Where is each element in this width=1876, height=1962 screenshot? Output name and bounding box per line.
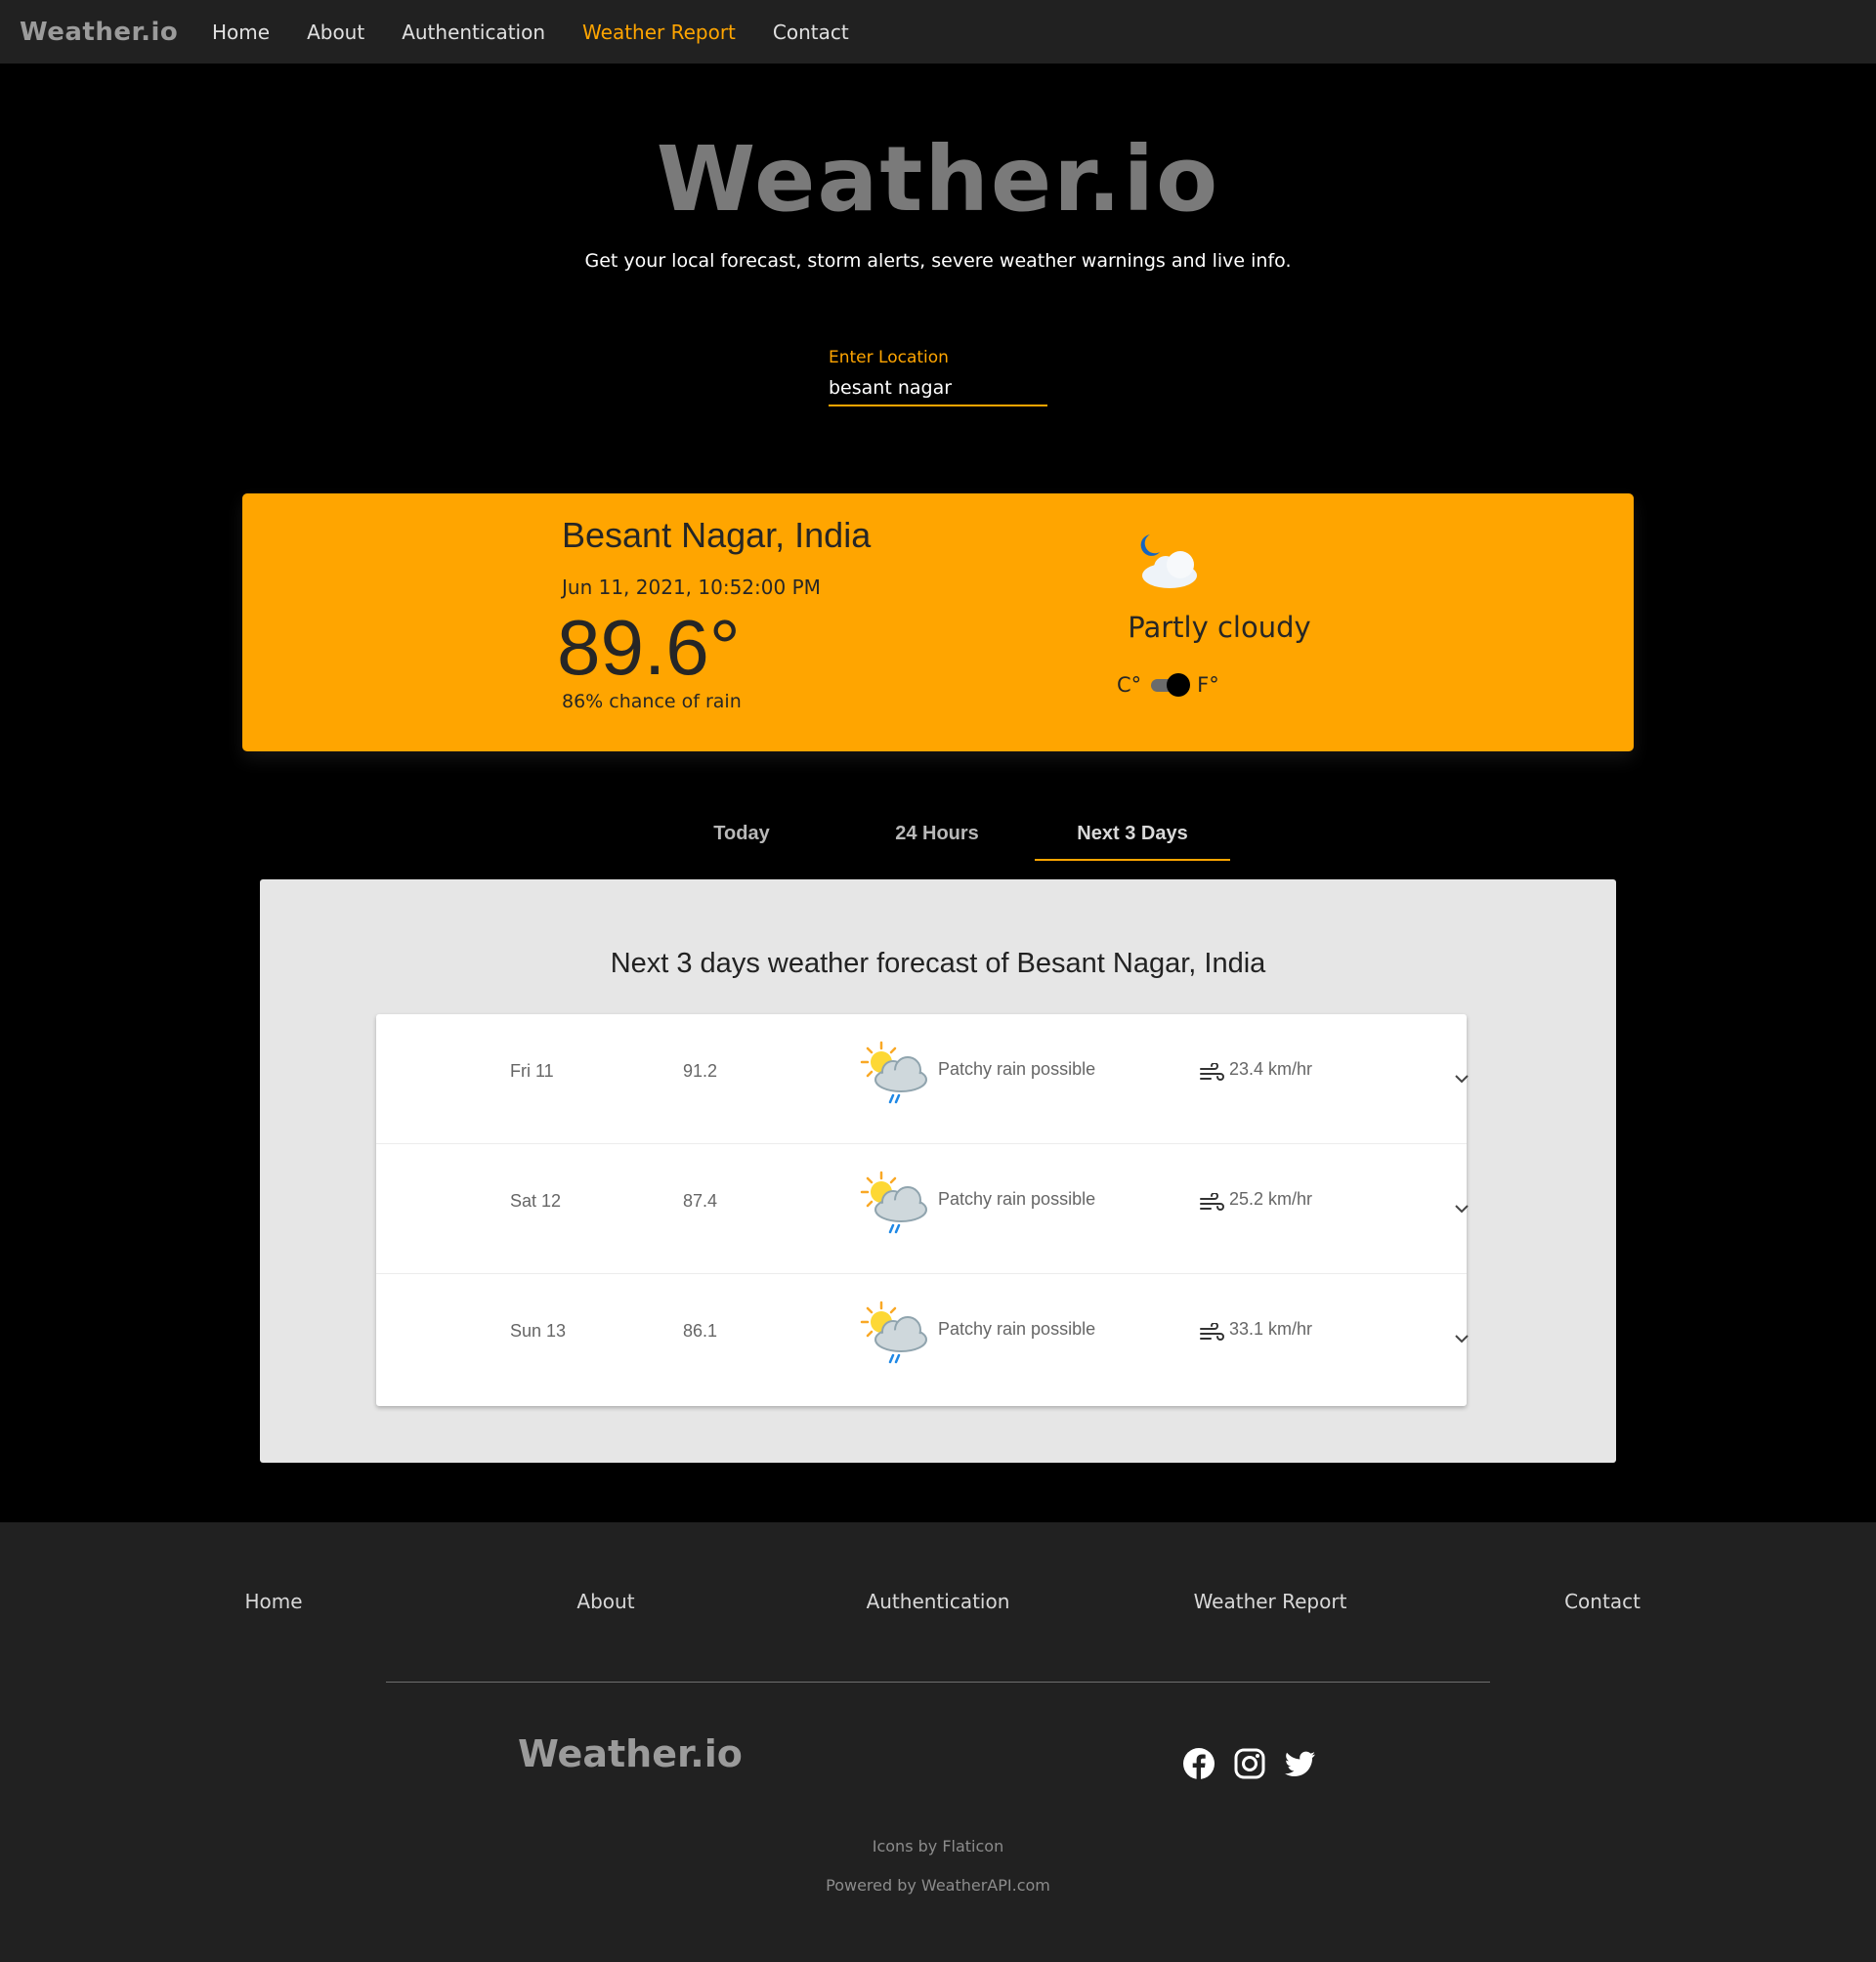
current-temperature: 89.6°	[557, 604, 741, 691]
chevron-down-icon[interactable]	[1454, 1203, 1470, 1215]
forecast-wind: 25.2 km/hr	[1229, 1189, 1313, 1209]
unit-fahrenheit-label: F°	[1197, 673, 1219, 697]
nav-link-weather-report[interactable]: Weather Report	[582, 21, 736, 44]
forecast-condition: Patchy rain possible	[938, 1189, 1096, 1209]
forecast-day: Fri 11	[510, 1061, 554, 1081]
forecast-row[interactable]: Sun 13 86.1 Patchy rain possible 33.1 km…	[376, 1274, 1470, 1406]
footer-link-about[interactable]: About	[508, 1590, 704, 1613]
footer-logo: Weather.io	[518, 1732, 743, 1775]
nav-link-home[interactable]: Home	[212, 21, 270, 44]
current-condition: Partly cloudy	[1128, 611, 1311, 644]
tab-today[interactable]: Today	[644, 823, 839, 859]
forecast-day: Sun 13	[510, 1321, 567, 1341]
sun-rain-cloud-icon	[860, 1041, 927, 1104]
wind-icon	[1200, 1193, 1224, 1211]
forecast-temp: 91.2	[683, 1061, 718, 1081]
footer-link-contact[interactable]: Contact	[1505, 1590, 1700, 1613]
forecast-wind: 33.1 km/hr	[1229, 1319, 1313, 1339]
credit-powered: Powered by WeatherAPI.com	[826, 1876, 1050, 1895]
forecast-temp: 87.4	[683, 1191, 718, 1211]
wind-icon	[1200, 1063, 1224, 1081]
unit-toggle-switch[interactable]	[1147, 672, 1191, 698]
switch-knob	[1167, 673, 1191, 697]
tab-next-3-days[interactable]: Next 3 Days	[1035, 823, 1230, 861]
forecast-title: Next 3 days weather forecast of Besant N…	[610, 948, 1266, 979]
footer-link-home[interactable]: Home	[176, 1590, 371, 1613]
footer-divider	[386, 1682, 1490, 1683]
location-label: Enter Location	[829, 348, 949, 367]
wind-icon	[1200, 1323, 1224, 1341]
current-datetime: Jun 11, 2021, 10:52:00 PM	[562, 576, 821, 599]
nav-link-contact[interactable]: Contact	[773, 21, 849, 44]
sun-rain-cloud-icon	[860, 1301, 927, 1364]
top-nav: Weather.io Home About Authentication Wea…	[0, 0, 1876, 64]
current-city: Besant Nagar, India	[562, 515, 872, 555]
nav-link-authentication[interactable]: Authentication	[402, 21, 545, 44]
tab-24-hours[interactable]: 24 Hours	[839, 823, 1035, 859]
hero-subtitle: Get your local forecast, storm alerts, s…	[584, 250, 1292, 272]
unit-toggle-row: C° F°	[1117, 672, 1219, 698]
footer-link-weather-report[interactable]: Weather Report	[1172, 1590, 1368, 1613]
footer-link-authentication[interactable]: Authentication	[840, 1590, 1036, 1613]
forecast-row[interactable]: Fri 11 91.2 Patchy rain possible 23.4 km…	[376, 1014, 1470, 1144]
facebook-icon[interactable]	[1182, 1747, 1215, 1780]
twitter-icon[interactable]	[1284, 1747, 1317, 1780]
forecast-wind: 23.4 km/hr	[1229, 1059, 1313, 1079]
instagram-icon[interactable]	[1233, 1747, 1266, 1780]
forecast-day: Sat 12	[510, 1191, 562, 1211]
chevron-down-icon[interactable]	[1454, 1073, 1470, 1085]
forecast-row[interactable]: Sat 12 87.4 Patchy rain possible 25.2 km…	[376, 1144, 1470, 1274]
chevron-down-icon[interactable]	[1454, 1333, 1470, 1344]
forecast-condition: Patchy rain possible	[938, 1059, 1096, 1079]
location-field: Enter Location	[829, 348, 1047, 406]
sun-rain-cloud-icon	[860, 1171, 927, 1234]
nav-logo[interactable]: Weather.io	[20, 18, 178, 47]
forecast-temp: 86.1	[683, 1321, 718, 1341]
unit-celsius-label: C°	[1117, 673, 1142, 697]
footer: Home About Authentication Weather Report…	[0, 1522, 1876, 1962]
location-input[interactable]	[829, 377, 1047, 406]
hero-title: Weather.io	[656, 127, 1220, 232]
credit-icons: Icons by Flaticon	[872, 1837, 1004, 1855]
moon-cloud-icon	[1140, 534, 1197, 588]
forecast-panel: Next 3 days weather forecast of Besant N…	[260, 879, 1616, 1463]
forecast-condition: Patchy rain possible	[938, 1319, 1096, 1339]
current-weather-card: Besant Nagar, India Jun 11, 2021, 10:52:…	[242, 493, 1634, 751]
rain-chance: 86% chance of rain	[562, 691, 742, 712]
forecast-list: Fri 11 91.2 Patchy rain possible 23.4 km…	[376, 1014, 1470, 1406]
nav-link-about[interactable]: About	[307, 21, 364, 44]
